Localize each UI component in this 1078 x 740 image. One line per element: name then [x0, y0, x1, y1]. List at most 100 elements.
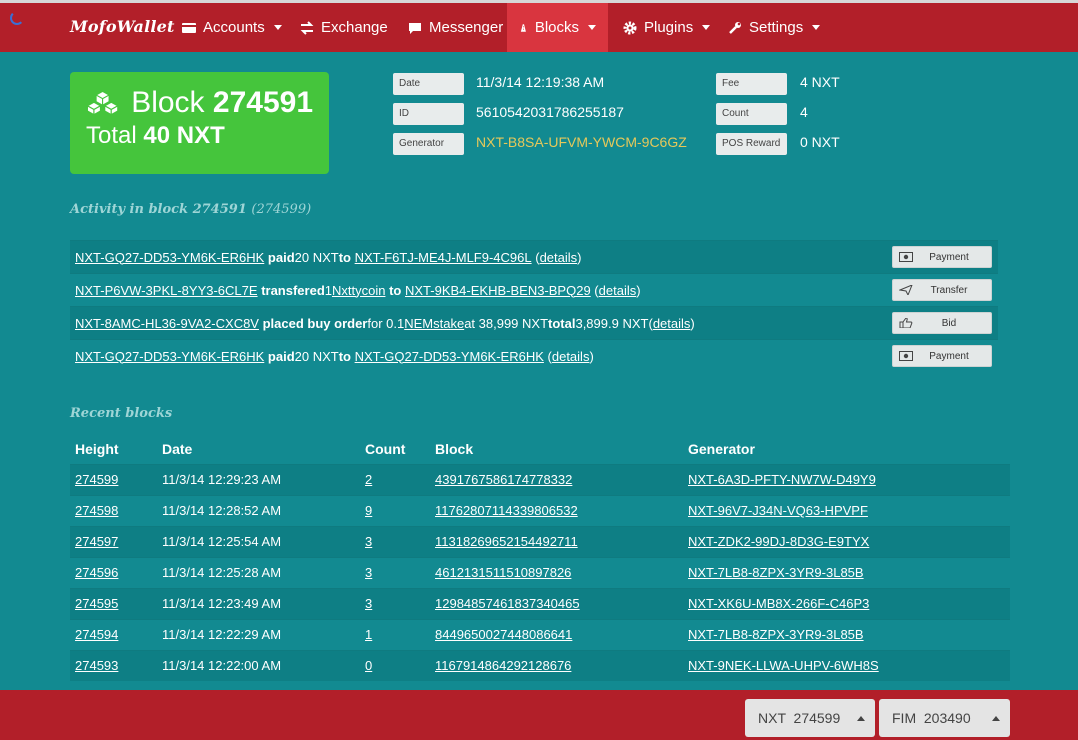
generator-link[interactable]: NXT-7LB8-8ZPX-3YR9-3L85B: [688, 627, 864, 642]
send-icon: [899, 285, 913, 295]
payment-button[interactable]: Payment: [892, 246, 992, 268]
generator-link[interactable]: NXT-B8SA-UFVM-YWCM-9C6GZ: [476, 134, 687, 150]
count-link[interactable]: 9: [365, 503, 372, 518]
sender-link[interactable]: NXT-8AMC-HL36-9VA2-CXC8V: [75, 316, 259, 331]
recipient-link[interactable]: NXT-GQ27-DD53-YM6K-ER6HK: [355, 349, 544, 364]
amount-text: 20 NXT: [294, 348, 339, 364]
caret-up-icon: [857, 716, 865, 721]
asset-link[interactable]: Nxttycoin: [332, 283, 385, 298]
top-navbar: MofoWallet Accounts Exchange Messenger B…: [0, 0, 1078, 52]
brand-logo[interactable]: MofoWallet: [70, 17, 175, 36]
loading-spinner-icon: [10, 11, 24, 25]
activity-row: NXT-P6VW-3PKL-8YY3-6CL7E transfered 1 Nx…: [70, 273, 998, 306]
count-link[interactable]: 0: [365, 658, 372, 673]
table-row: 274597 11/3/14 12:25:54 AM 3 11318269652…: [70, 525, 1010, 557]
money-icon: [899, 252, 913, 262]
count-value: 4: [800, 104, 808, 120]
count-link[interactable]: 2: [365, 472, 372, 487]
block-id-link[interactable]: 11762807114339806532: [435, 503, 578, 518]
nav-settings[interactable]: Settings: [716, 3, 832, 52]
height-link[interactable]: 274598: [75, 503, 118, 518]
col-height-header: Height: [75, 440, 119, 457]
sender-link[interactable]: NXT-GQ27-DD53-YM6K-ER6HK: [75, 349, 264, 364]
activity-title-main: Activity in block 274591: [70, 202, 247, 217]
count-link[interactable]: 3: [365, 565, 372, 580]
block-id-link[interactable]: 1167914864292128676: [435, 658, 571, 673]
recipient-link[interactable]: NXT-9KB4-EKHB-BEN3-BPQ29: [405, 283, 591, 298]
details-link[interactable]: details: [599, 283, 637, 298]
total-word: Total: [86, 122, 137, 149]
count-link[interactable]: 3: [365, 596, 372, 611]
bid-button-label: Bid: [941, 317, 957, 329]
height-link[interactable]: 274597: [75, 534, 118, 549]
bid-button[interactable]: Bid: [892, 312, 992, 334]
block-id-link[interactable]: 11318269652154492711: [435, 534, 578, 549]
table-header-row: Height Date Count Block Generator: [70, 434, 1010, 464]
generator-link[interactable]: NXT-XK6U-MB8X-266F-C46P3: [688, 596, 869, 611]
table-row: 274596 11/3/14 12:25:28 AM 3 46121315115…: [70, 556, 1010, 588]
nav-exchange[interactable]: Exchange: [288, 3, 400, 52]
wrench-icon: [729, 21, 741, 34]
activity-row: NXT-GQ27-DD53-YM6K-ER6HK paid 20 NXT to …: [70, 240, 998, 273]
table-row: 274595 11/3/14 12:23:49 AM 3 12984857461…: [70, 587, 1010, 619]
caret-up-icon: [992, 716, 1000, 721]
cubes-icon: [86, 90, 119, 116]
recipient-link[interactable]: NXT-F6TJ-ME4J-MLF9-4C96L: [355, 250, 532, 265]
money-icon: [899, 351, 913, 361]
block-id-link[interactable]: 4391767586174778332: [435, 472, 572, 487]
id-label: ID: [393, 103, 464, 125]
details-link[interactable]: details: [540, 250, 578, 265]
table-row: 274598 11/3/14 12:28:52 AM 9 11762807114…: [70, 494, 1010, 526]
nav-plugins[interactable]: Plugins: [611, 3, 722, 52]
block-id-link[interactable]: 12984857461837340465: [435, 596, 580, 611]
generator-link[interactable]: NXT-96V7-J34N-VQ63-HPVPF: [688, 503, 868, 518]
nav-blocks[interactable]: Blocks: [507, 3, 608, 52]
action-verb: transfered: [261, 282, 325, 298]
details-link[interactable]: details: [653, 316, 691, 331]
height-link[interactable]: 274594: [75, 627, 118, 642]
table-row: 274599 11/3/14 12:29:23 AM 2 43917675861…: [70, 463, 1010, 495]
transfer-button[interactable]: Transfer: [892, 279, 992, 301]
total-word: total: [548, 315, 576, 331]
generator-link[interactable]: NXT-9NEK-LLWA-UHPV-6WH8S: [688, 658, 879, 673]
fim-height-label: FIM 203490: [892, 710, 971, 726]
date-cell: 11/3/14 12:28:52 AM: [157, 494, 360, 526]
nav-messenger[interactable]: Messenger: [396, 3, 515, 52]
date-cell: 11/3/14 12:25:54 AM: [157, 525, 360, 557]
count-link[interactable]: 1: [365, 627, 372, 642]
nav-settings-label: Settings: [749, 19, 804, 36]
generator-link[interactable]: NXT-6A3D-PFTY-NW7W-D49Y9: [688, 472, 876, 487]
payment-button[interactable]: Payment: [892, 345, 992, 367]
height-link[interactable]: 274595: [75, 596, 118, 611]
sender-link[interactable]: NXT-P6VW-3PKL-8YY3-6CL7E: [75, 283, 258, 298]
fee-label: Fee: [716, 73, 787, 95]
date-value: 11/3/14 12:19:38 AM: [476, 74, 605, 90]
details-link[interactable]: details: [552, 349, 590, 364]
total-value: 40 NXT: [143, 122, 225, 149]
block-id-link[interactable]: 4612131511510897826: [435, 565, 571, 580]
fim-height-button[interactable]: FIM 203490: [879, 699, 1010, 737]
height-link[interactable]: 274599: [75, 472, 118, 487]
caret-down-icon: [588, 25, 596, 30]
sender-link[interactable]: NXT-GQ27-DD53-YM6K-ER6HK: [75, 250, 264, 265]
height-link[interactable]: 274593: [75, 658, 118, 673]
table-row: 274594 11/3/14 12:22:29 AM 1 84496500274…: [70, 618, 1010, 650]
fee-value: 4 NXT: [800, 74, 840, 90]
activity-title-extra: (274599): [251, 202, 312, 217]
col-block-header: Block: [435, 440, 474, 457]
col-date-header: Date: [162, 440, 193, 457]
table-row: 274593 11/3/14 12:22:00 AM 0 11679148642…: [70, 649, 1010, 681]
generator-link[interactable]: NXT-7LB8-8ZPX-3YR9-3L85B: [688, 565, 864, 580]
amount-text: for 0.1: [367, 315, 405, 331]
nav-accounts[interactable]: Accounts: [170, 3, 294, 52]
block-id-link[interactable]: 8449650027448086641: [435, 627, 572, 642]
block-word: Block: [131, 86, 205, 119]
asset-link[interactable]: NEMstake: [404, 316, 464, 331]
date-cell: 11/3/14 12:22:00 AM: [157, 649, 360, 681]
nxt-height-button[interactable]: NXT 274599: [745, 699, 875, 737]
to-word: to: [338, 249, 351, 265]
bottom-status-bar: NXT 274599 FIM 203490: [0, 690, 1078, 740]
height-link[interactable]: 274596: [75, 565, 118, 580]
count-link[interactable]: 3: [365, 534, 372, 549]
generator-link[interactable]: NXT-ZDK2-99DJ-8D3G-E9TYX: [688, 534, 869, 549]
